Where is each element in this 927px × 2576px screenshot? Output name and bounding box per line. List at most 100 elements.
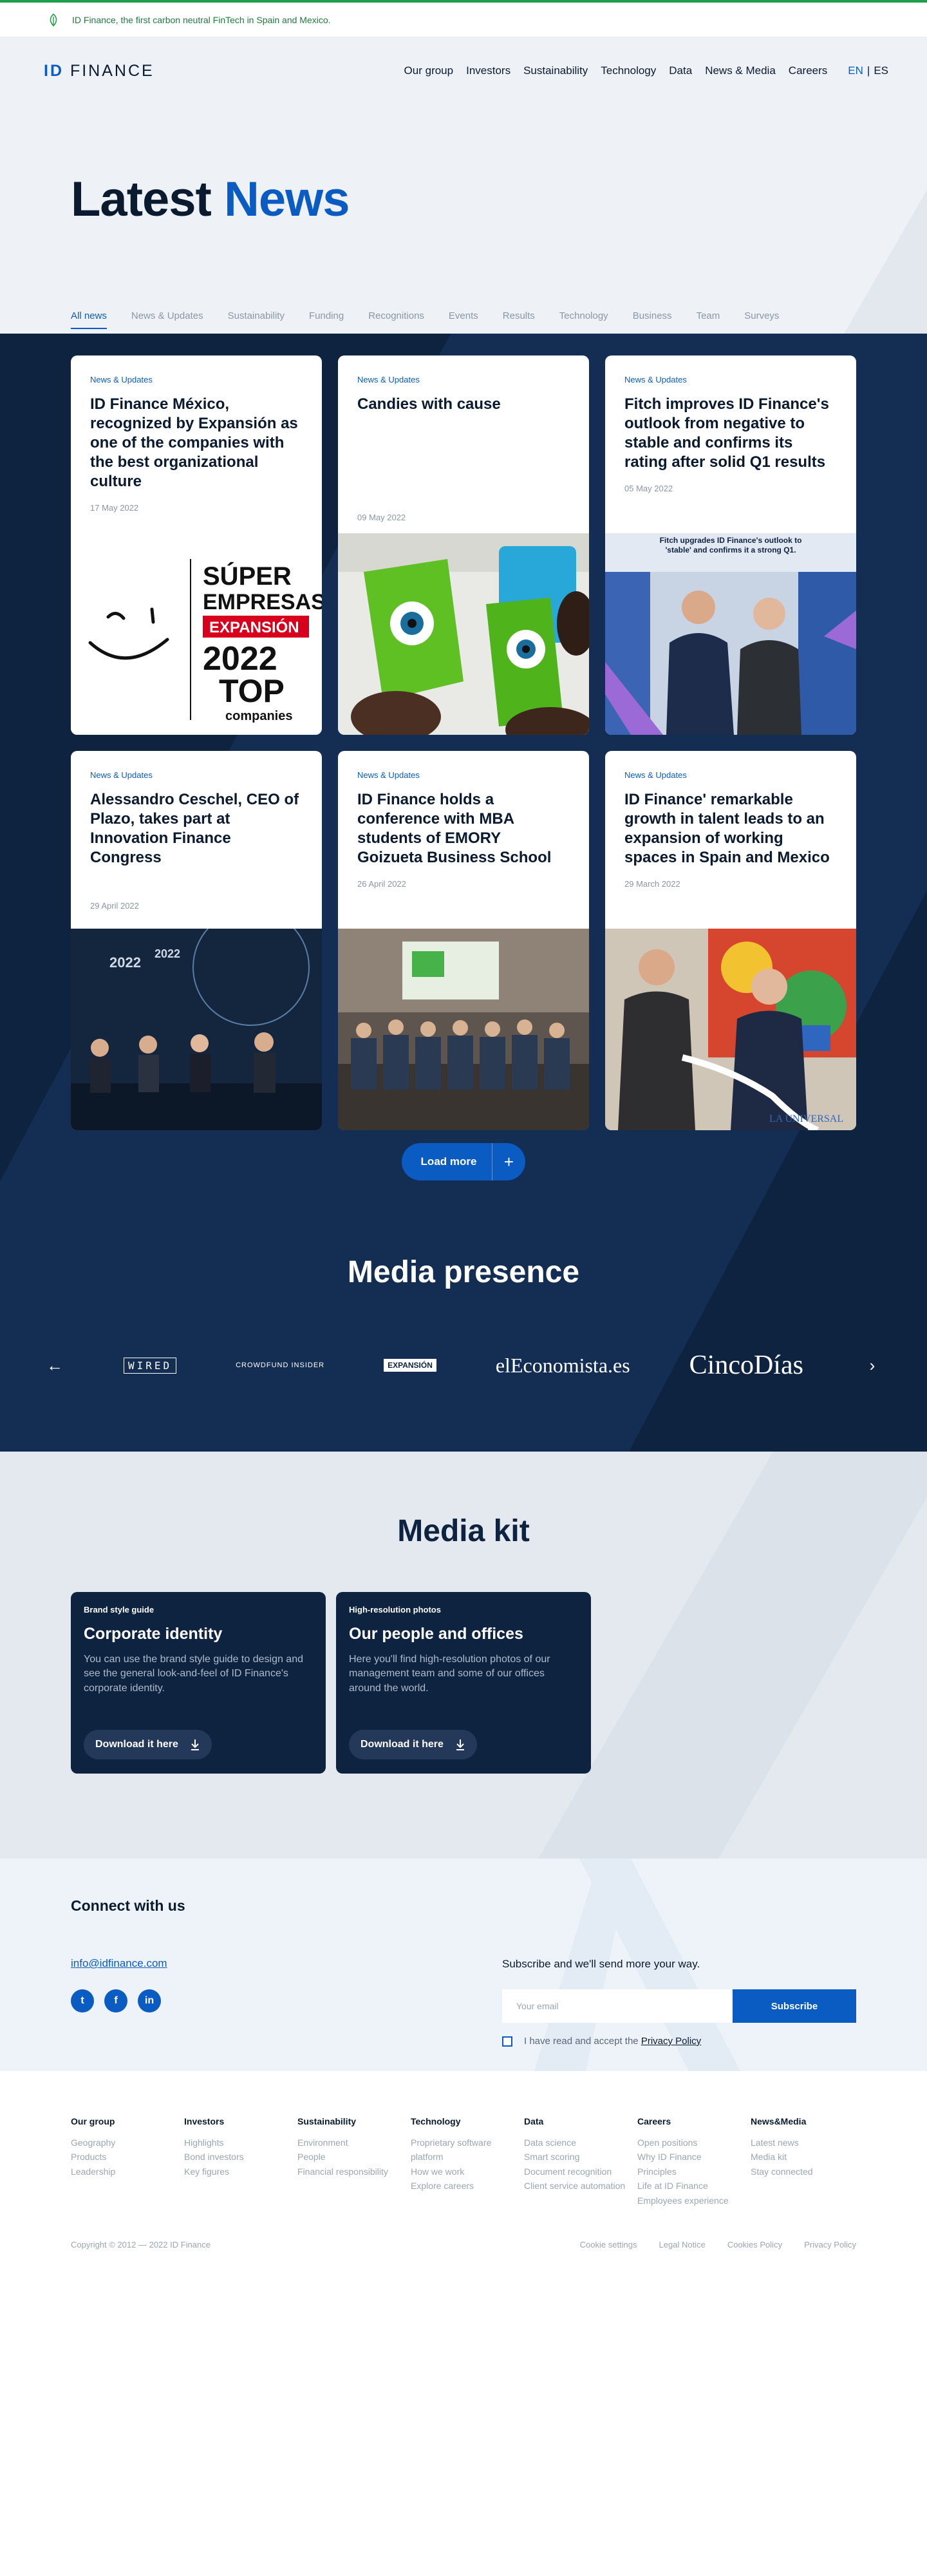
email-field[interactable] <box>502 1989 733 2023</box>
tab-recognitions[interactable]: Recognitions <box>368 310 424 321</box>
tab-funding[interactable]: Funding <box>309 310 344 321</box>
footer-link[interactable]: Principles <box>637 2164 751 2179</box>
main-menu: Our group Investors Sustainability Techn… <box>404 64 888 77</box>
footer-link[interactable]: Why ID Finance <box>637 2150 751 2164</box>
news-title[interactable]: ID Finance' remarkable growth in talent … <box>624 790 837 867</box>
footer-link[interactable]: Media kit <box>751 2150 864 2164</box>
eleconomista-logo[interactable]: elEconomista.es <box>496 1354 630 1378</box>
privacy-consent: I have read and accept the Privacy Polic… <box>502 2036 701 2047</box>
footer-link[interactable]: Products <box>71 2150 184 2164</box>
footer-link[interactable]: Geography <box>71 2136 184 2150</box>
footer-link[interactable]: Life at ID Finance <box>637 2179 751 2193</box>
news-title[interactable]: ID Finance México, recognized by Expansi… <box>90 395 303 491</box>
tab-results[interactable]: Results <box>503 310 535 321</box>
footer-link[interactable]: Document recognition <box>524 2164 637 2179</box>
news-card[interactable]: News & Updates Fitch improves ID Finance… <box>605 355 856 735</box>
news-category[interactable]: News & Updates <box>357 770 570 780</box>
nav-technology[interactable]: Technology <box>601 64 656 77</box>
crowdfund-insider-logo[interactable]: CROWDFUND INSIDER <box>236 1361 324 1369</box>
download-button[interactable]: Download it here <box>84 1730 212 1759</box>
arrow-left-icon[interactable]: ← <box>45 1356 64 1376</box>
kit-card-title: Corporate identity <box>84 1625 223 1643</box>
news-title[interactable]: Candies with cause <box>357 395 570 414</box>
tab-team[interactable]: Team <box>697 310 720 321</box>
kit-card-description: You can use the brand style guide to des… <box>84 1654 303 1694</box>
news-card[interactable]: News & Updates ID Finance México, recogn… <box>71 355 322 735</box>
footer-column: Data Data science Smart scoring Document… <box>524 2116 637 2208</box>
tab-sustainability[interactable]: Sustainability <box>228 310 285 321</box>
footer-link[interactable]: How we work <box>411 2164 524 2179</box>
wired-logo[interactable]: WIRED <box>123 1357 177 1374</box>
news-category[interactable]: News & Updates <box>90 375 303 384</box>
hero-section: ID FINANCE Our group Investors Sustainab… <box>0 37 927 334</box>
arrow-right-icon[interactable]: › <box>863 1356 882 1376</box>
footer: Our group Geography Products Leadership … <box>0 2071 927 2561</box>
tab-technology[interactable]: Technology <box>559 310 608 321</box>
footer-link[interactable]: Explore careers <box>411 2179 524 2193</box>
nav-our-group[interactable]: Our group <box>404 64 454 77</box>
consent-checkbox[interactable] <box>502 2036 512 2047</box>
tab-events[interactable]: Events <box>449 310 478 321</box>
legal-notice-link[interactable]: Legal Notice <box>659 2240 706 2249</box>
news-card[interactable]: News & Updates Alessandro Ceschel, CEO o… <box>71 751 322 1130</box>
footer-link[interactable]: Environment <box>297 2136 411 2150</box>
footer-link[interactable]: Bond investors <box>184 2150 297 2164</box>
svg-text:2022: 2022 <box>109 954 141 971</box>
footer-link[interactable]: Employees experience <box>637 2193 751 2208</box>
lang-en[interactable]: EN <box>848 64 863 77</box>
cincodias-logo[interactable]: CincoDías <box>689 1350 803 1381</box>
news-title[interactable]: Fitch improves ID Finance's outlook from… <box>624 395 837 472</box>
news-card[interactable]: News & Updates ID Finance' remarkable gr… <box>605 751 856 1130</box>
news-card[interactable]: News & Updates Candies with cause 09 May… <box>338 355 589 735</box>
id-finance-logo[interactable]: ID FINANCE <box>44 62 154 80</box>
news-category[interactable]: News & Updates <box>90 770 303 780</box>
footer-link[interactable]: Client service automation <box>524 2179 637 2193</box>
twitter-icon[interactable]: t <box>71 1989 94 2012</box>
news-category[interactable]: News & Updates <box>624 375 837 384</box>
lang-es[interactable]: ES <box>874 64 888 77</box>
cookies-policy-link[interactable]: Cookies Policy <box>727 2240 782 2249</box>
nav-sustainability[interactable]: Sustainability <box>523 64 588 77</box>
contact-email-link[interactable]: info@idfinance.com <box>71 1957 167 1970</box>
subscribe-button[interactable]: Subscribe <box>733 1989 856 2023</box>
footer-link[interactable]: Highlights <box>184 2136 297 2150</box>
expansion-logo[interactable]: EXPANSIÓN <box>384 1359 436 1372</box>
cookie-settings-link[interactable]: Cookie settings <box>580 2240 637 2249</box>
footer-link[interactable]: Open positions <box>637 2136 751 2150</box>
download-button[interactable]: Download it here <box>349 1730 477 1759</box>
news-card[interactable]: News & Updates ID Finance holds a confer… <box>338 751 589 1130</box>
load-more-button[interactable]: Load more + <box>402 1143 525 1180</box>
privacy-policy-footer-link[interactable]: Privacy Policy <box>804 2240 856 2249</box>
privacy-policy-link[interactable]: Privacy Policy <box>641 2036 701 2047</box>
footer-link[interactable]: Stay connected <box>751 2164 864 2179</box>
footer-link[interactable]: Smart scoring <box>524 2150 637 2164</box>
top-navigation: ID FINANCE Our group Investors Sustainab… <box>0 37 927 104</box>
footer-link[interactable]: Leadership <box>71 2164 184 2179</box>
nav-news-media[interactable]: News & Media <box>705 64 776 77</box>
nav-investors[interactable]: Investors <box>466 64 510 77</box>
footer-link[interactable]: Latest news <box>751 2136 864 2150</box>
tab-business[interactable]: Business <box>633 310 672 321</box>
tab-all-news[interactable]: All news <box>71 310 107 329</box>
footer-link[interactable]: Proprietary software platform <box>411 2136 524 2164</box>
news-category[interactable]: News & Updates <box>357 375 570 384</box>
linkedin-icon[interactable]: in <box>138 1989 161 2012</box>
footer-link[interactable]: Financial responsibility <box>297 2164 411 2179</box>
page-title: Latest News <box>71 172 350 227</box>
nav-data[interactable]: Data <box>669 64 692 77</box>
emory-conference-photo <box>338 929 589 1130</box>
tab-news-updates[interactable]: News & Updates <box>131 310 203 321</box>
news-title[interactable]: Alessandro Ceschel, CEO of Plazo, takes … <box>90 790 303 867</box>
footer-link[interactable]: Data science <box>524 2136 637 2150</box>
facebook-icon[interactable]: f <box>104 1989 127 2012</box>
nav-careers[interactable]: Careers <box>789 64 827 77</box>
footer-column: Our group Geography Products Leadership <box>71 2116 184 2208</box>
media-kit-section: Media kit Brand style guide Corporate id… <box>0 1452 927 1859</box>
footer-column: Careers Open positions Why ID Finance Pr… <box>637 2116 751 2208</box>
news-title[interactable]: ID Finance holds a conference with MBA s… <box>357 790 570 867</box>
tab-surveys[interactable]: Surveys <box>744 310 779 321</box>
news-category[interactable]: News & Updates <box>624 770 837 780</box>
footer-link[interactable]: People <box>297 2150 411 2164</box>
footer-link[interactable]: Key figures <box>184 2164 297 2179</box>
svg-text:TOP: TOP <box>219 673 285 709</box>
